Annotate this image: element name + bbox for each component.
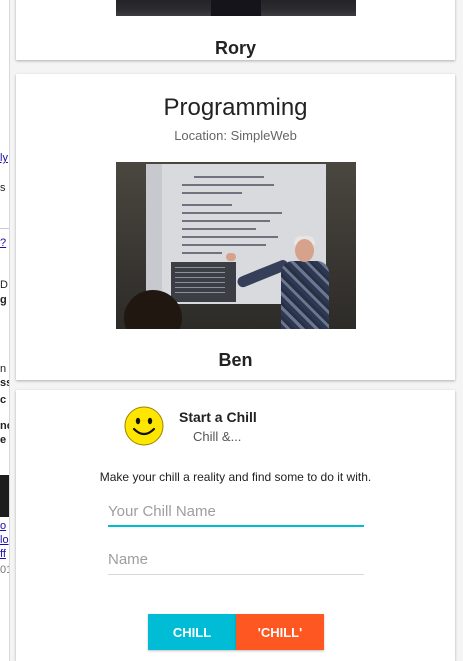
event-title: Programming [163, 94, 308, 121]
background-image [0, 475, 9, 517]
form-tagline: Make your chill a reality and find some … [99, 470, 372, 484]
chill-button[interactable]: CHILL [148, 614, 236, 650]
background-text-fragment: D [0, 279, 8, 291]
background-text-fragment: g [0, 294, 7, 306]
background-text-fragment: ss [0, 377, 9, 389]
background-text-fragment: n [0, 363, 7, 375]
event-photo [116, 162, 356, 329]
background-text-fragment: 01 [0, 564, 9, 576]
person-name: Rory [214, 38, 256, 58]
smiley-face-icon [124, 406, 164, 446]
name-input[interactable] [108, 545, 364, 575]
location-label: Location: [174, 128, 227, 143]
person-name: Ben [218, 350, 253, 370]
background-link-fragment[interactable]: lo [0, 534, 9, 547]
chill-quoted-button[interactable]: 'CHILL' [236, 614, 324, 650]
background-divider [0, 228, 9, 229]
background-link-fragment[interactable]: o [0, 520, 6, 533]
background-text-fragment: e [0, 434, 7, 446]
event-card: Programming Location: SimpleWeb Ben [16, 74, 455, 380]
background-link-fragment[interactable]: ? [0, 237, 6, 250]
person-card: Rory [16, 0, 455, 60]
background-text-fragment: nc [0, 420, 9, 432]
background-text-fragment: s [0, 182, 6, 194]
form-subtitle: Chill &... [193, 429, 242, 444]
form-title: Start a Chill [179, 409, 257, 425]
location-value: SimpleWeb [230, 128, 297, 143]
chill-name-input[interactable] [108, 497, 364, 527]
background-text-fragment: c [0, 394, 7, 406]
background-page: ly s ? D g n ss c nc e o lo ff 01 [0, 0, 10, 661]
background-link-fragment[interactable]: ff [0, 548, 6, 561]
background-link-fragment[interactable]: ly [0, 152, 8, 165]
person-photo [116, 0, 356, 16]
start-chill-card: Start a Chill Chill &... Make your chill… [16, 390, 455, 661]
event-location: Location: SimpleWeb [16, 128, 455, 143]
